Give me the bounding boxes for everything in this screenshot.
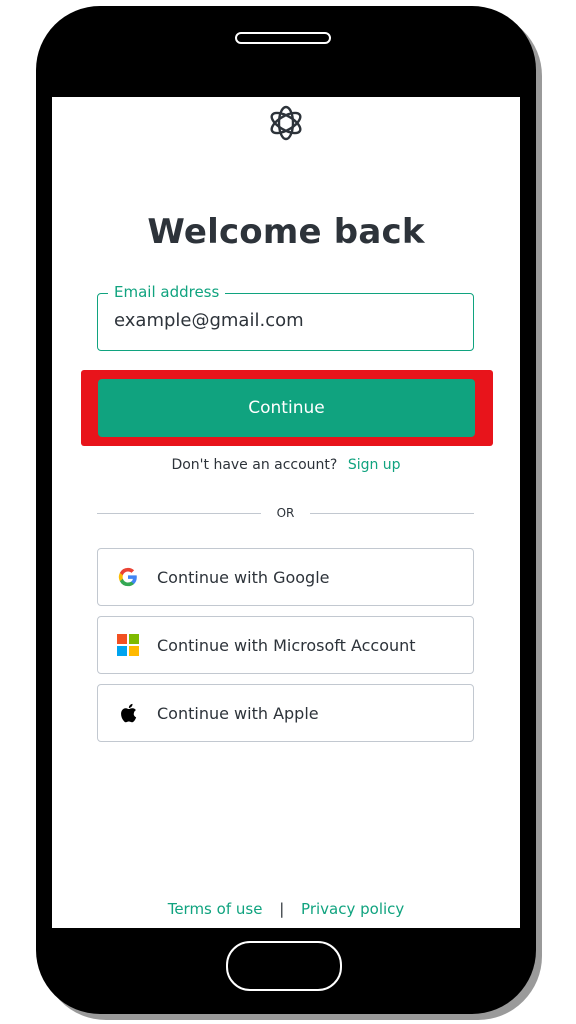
continue-with-apple-button[interactable]: Continue with Apple — [97, 684, 474, 742]
email-input[interactable] — [114, 310, 454, 331]
microsoft-button-label: Continue with Microsoft Account — [157, 635, 416, 655]
divider-text: OR — [276, 506, 295, 520]
apple-icon — [117, 702, 139, 724]
email-field-label: Email address — [108, 283, 226, 301]
email-field[interactable]: Email address — [97, 283, 474, 351]
divider-line-left — [97, 512, 261, 514]
or-divider: OR — [97, 503, 475, 523]
phone-speaker — [235, 32, 331, 44]
signup-row: Don't have an account? Sign up — [52, 457, 520, 473]
divider-line-right — [310, 512, 475, 514]
google-icon — [117, 566, 139, 588]
microsoft-icon — [117, 634, 139, 656]
terms-of-use-link[interactable]: Terms of use — [168, 900, 263, 918]
phone-home-button[interactable] — [226, 941, 342, 991]
continue-button[interactable]: Continue — [98, 379, 475, 437]
continue-with-google-button[interactable]: Continue with Google — [97, 548, 474, 606]
apple-button-label: Continue with Apple — [157, 703, 319, 723]
google-button-label: Continue with Google — [157, 567, 330, 587]
footer-links: Terms of use | Privacy policy — [52, 900, 520, 918]
openai-logo-icon — [266, 103, 306, 143]
page-title: Welcome back — [147, 212, 425, 252]
signup-link[interactable]: Sign up — [348, 457, 401, 473]
footer-separator: | — [279, 900, 285, 918]
continue-with-microsoft-button[interactable]: Continue with Microsoft Account — [97, 616, 474, 674]
login-screen: Welcome back Email address Continue Don'… — [52, 97, 520, 928]
signup-prompt: Don't have an account? — [171, 457, 338, 473]
privacy-policy-link[interactable]: Privacy policy — [301, 900, 404, 918]
